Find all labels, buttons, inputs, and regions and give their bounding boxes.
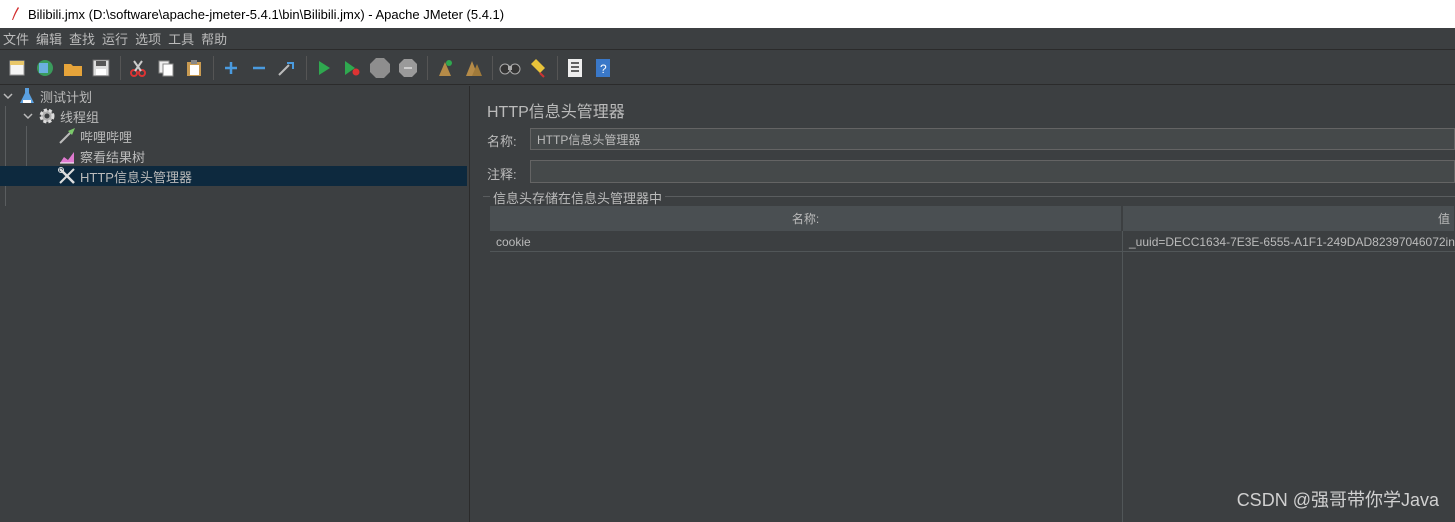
- toolbar-separator: [120, 55, 121, 80]
- pipette-icon: [58, 127, 76, 145]
- function-helper-icon[interactable]: [564, 57, 586, 79]
- menu-options[interactable]: 选项: [132, 29, 165, 48]
- tree-item-bilibili-sampler[interactable]: 哔哩哔哩: [0, 126, 467, 146]
- start-no-pause-icon[interactable]: [341, 57, 363, 79]
- clear-all-icon[interactable]: [462, 57, 484, 79]
- toolbar-separator: [427, 55, 428, 80]
- copy-icon[interactable]: [155, 57, 177, 79]
- tree-item-thread-group[interactable]: 线程组: [0, 106, 467, 126]
- window-titlebar: Bilibili.jmx (D:\software\apache-jmeter-…: [0, 0, 1455, 28]
- column-header-name[interactable]: 名称:: [490, 206, 1122, 231]
- comment-label: 注释:: [487, 167, 517, 182]
- paste-icon[interactable]: [183, 57, 205, 79]
- start-icon[interactable]: [313, 57, 335, 79]
- tools-icon: [58, 167, 76, 185]
- help-icon[interactable]: ?: [592, 57, 614, 79]
- menu-edit[interactable]: 编辑: [33, 29, 66, 48]
- chart-icon: [58, 147, 76, 165]
- collapse-icon[interactable]: [248, 57, 270, 79]
- menu-tools[interactable]: 工具: [165, 29, 198, 48]
- new-icon[interactable]: [6, 57, 28, 79]
- column-divider: [1122, 231, 1123, 522]
- flask-icon: [18, 87, 36, 105]
- toolbar: ?: [0, 51, 1455, 85]
- headers-table: 名称: 值 cookie _uuid=DECC1634-7E3E-6555-A1…: [490, 206, 1455, 522]
- test-plan-tree: 测试计划 线程组 哔哩哔哩 察看结果树 HTTP信息头管理器: [0, 86, 470, 522]
- name-field[interactable]: HTTP信息头管理器: [530, 128, 1455, 150]
- menu-search[interactable]: 查找: [66, 29, 99, 48]
- menu-file[interactable]: 文件: [0, 29, 33, 48]
- gear-icon: [38, 107, 56, 125]
- name-label: 名称:: [487, 134, 517, 149]
- search-icon[interactable]: [499, 57, 521, 79]
- header-group-title: 信息头存储在信息头管理器中: [490, 188, 666, 207]
- open-icon[interactable]: [62, 57, 84, 79]
- save-icon[interactable]: [90, 57, 112, 79]
- svg-text:?: ?: [600, 62, 607, 76]
- templates-icon[interactable]: [34, 57, 56, 79]
- reset-search-icon[interactable]: [527, 57, 549, 79]
- toolbar-separator: [306, 55, 307, 80]
- tree-item-results-tree[interactable]: 察看结果树: [0, 146, 467, 166]
- chevron-down-icon[interactable]: [22, 110, 34, 122]
- tree-item-label: HTTP信息头管理器: [80, 169, 192, 185]
- window-title: Bilibili.jmx (D:\software\apache-jmeter-…: [28, 6, 505, 22]
- comment-field[interactable]: [530, 160, 1455, 183]
- panel-title: HTTP信息头管理器: [487, 104, 625, 121]
- shutdown-icon[interactable]: [397, 57, 419, 79]
- clear-icon[interactable]: [434, 57, 456, 79]
- header-manager-panel: HTTP信息头管理器 名称: HTTP信息头管理器 注释: 信息头存储在信息头管…: [477, 86, 1455, 522]
- tree-item-http-header-manager[interactable]: HTTP信息头管理器: [0, 166, 467, 186]
- toolbar-separator: [492, 55, 493, 80]
- column-header-value[interactable]: 值: [1123, 206, 1455, 231]
- table-row-name-cell[interactable]: cookie: [490, 232, 1122, 252]
- jmeter-feather-icon: [8, 6, 22, 22]
- toggle-icon[interactable]: [276, 57, 298, 79]
- toolbar-separator: [557, 55, 558, 80]
- menu-run[interactable]: 运行: [99, 29, 132, 48]
- menu-help[interactable]: 帮助: [198, 29, 231, 48]
- stop-icon[interactable]: [369, 57, 391, 79]
- tree-item-label: 察看结果树: [80, 149, 146, 165]
- tree-item-test-plan[interactable]: 测试计划: [0, 86, 467, 106]
- tree-item-label: 测试计划: [40, 89, 93, 105]
- tree-item-label: 哔哩哔哩: [80, 129, 133, 145]
- tree-item-label: 线程组: [60, 109, 100, 125]
- watermark-text: CSDN @强哥带你学Java: [1236, 490, 1439, 510]
- expand-icon[interactable]: [220, 57, 242, 79]
- menu-bar: 文件 编辑 查找 运行 选项 工具 帮助: [0, 28, 1455, 50]
- chevron-down-icon[interactable]: [2, 90, 14, 102]
- table-row-value-cell[interactable]: _uuid=DECC1634-7E3E-6555-A1F1-249DAD8239…: [1123, 232, 1455, 252]
- cut-icon[interactable]: [127, 57, 149, 79]
- toolbar-separator: [213, 55, 214, 80]
